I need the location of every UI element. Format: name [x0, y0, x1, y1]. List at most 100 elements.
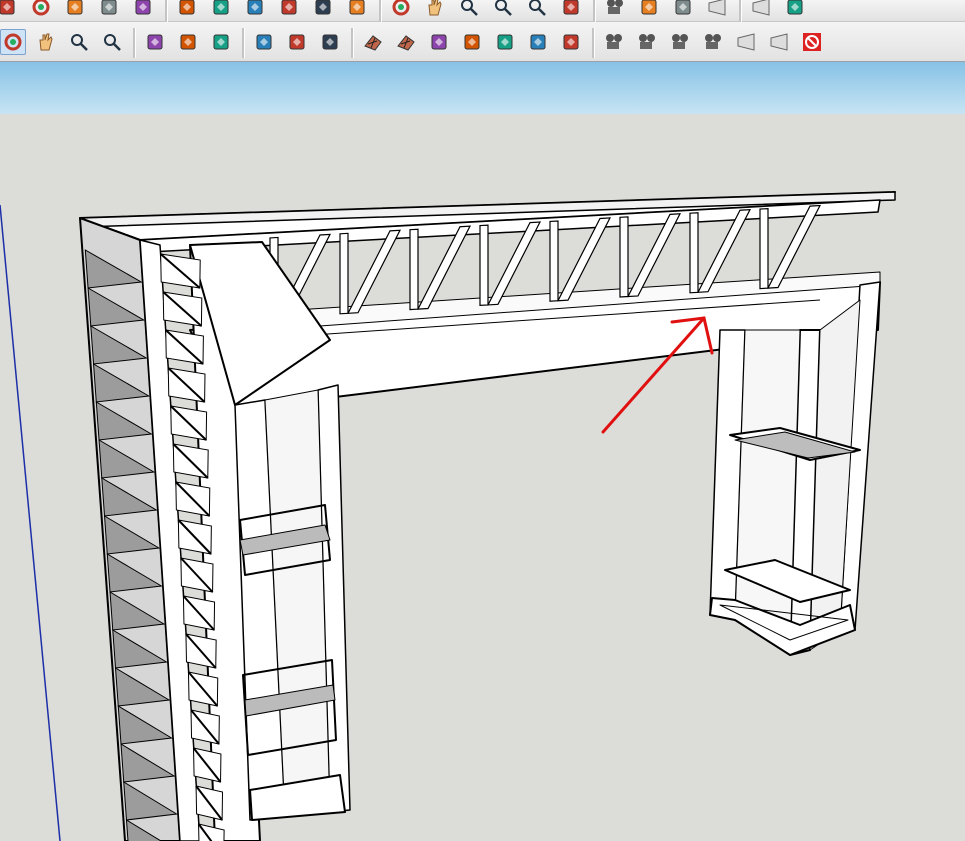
axes-button[interactable] [310, 0, 336, 20]
zoom-window-icon [495, 0, 512, 16]
look-around-button[interactable] [636, 0, 662, 20]
toolbar-separator [592, 28, 595, 58]
layers-button[interactable] [317, 29, 343, 55]
truss-vertical [339, 232, 349, 315]
stamp-icon [431, 34, 447, 50]
position-camera-icon [607, 0, 623, 14]
pan-hand-button[interactable] [33, 29, 59, 55]
text-label-button[interactable] [276, 0, 302, 20]
truss-diagonal [416, 225, 472, 310]
camera-add-icon [606, 34, 622, 49]
truss-vertical [409, 228, 419, 311]
frustum-icon [737, 33, 755, 51]
component-red-button[interactable] [142, 29, 168, 55]
zoom-extents-button[interactable] [99, 29, 125, 55]
tape-measure-icon [179, 0, 195, 15]
display-section-planes-button[interactable] [748, 0, 774, 20]
flip-edge-button[interactable] [525, 29, 551, 55]
toolbar-separator [351, 28, 354, 58]
drape-button[interactable] [459, 29, 485, 55]
text-label-icon [281, 0, 297, 15]
look-around-icon [641, 0, 657, 15]
zoom-button[interactable] [456, 0, 482, 20]
tape-measure-button[interactable] [174, 0, 200, 20]
walk-icon [675, 0, 691, 15]
select-arrow-icon [0, 0, 15, 15]
position-camera-button[interactable] [602, 0, 628, 20]
3d-text-button[interactable] [344, 0, 370, 20]
orbit-button[interactable] [0, 29, 26, 55]
toolbar-separator [739, 0, 742, 23]
paint-bucket-button[interactable] [96, 0, 122, 20]
close-red-button[interactable] [799, 29, 825, 55]
previous-view-button[interactable] [558, 0, 584, 20]
truss-vertical [479, 224, 489, 307]
camera-disabled-icon [639, 34, 655, 49]
toolbar-separator [379, 0, 382, 23]
pan-hand-icon [39, 33, 53, 51]
undo-arrow-button[interactable] [130, 0, 156, 20]
export-button[interactable] [208, 29, 234, 55]
stamp-button[interactable] [426, 29, 452, 55]
terrain-grid-button[interactable] [393, 29, 419, 55]
flip-edge-icon [530, 34, 546, 50]
camera-disabled-button[interactable] [634, 29, 660, 55]
previous-view-icon [563, 0, 579, 15]
scale-model-icon [563, 34, 579, 50]
section-plane-icon [708, 0, 726, 16]
frustum-button[interactable] [733, 29, 759, 55]
camera-match-button[interactable] [700, 29, 726, 55]
pan-hand-icon [428, 0, 442, 16]
display-section-planes-icon [752, 0, 770, 16]
display-section-cuts-icon [787, 0, 803, 15]
pan-hand-button[interactable] [422, 0, 448, 20]
dimension-button[interactable] [208, 0, 234, 20]
camera-add-button[interactable] [601, 29, 627, 55]
add-detail-icon [497, 34, 513, 50]
sky-background [0, 62, 965, 114]
clipping-plane-icon [770, 33, 788, 51]
orbit-tool-icon [392, 0, 410, 16]
dimension-icon [213, 0, 229, 15]
middle-left-leg [234, 384, 351, 821]
orbit-icon [32, 0, 50, 16]
display-section-cuts-button[interactable] [782, 0, 808, 20]
protractor-button[interactable] [242, 0, 268, 20]
follow-me-button[interactable] [62, 0, 88, 20]
sandbox-smoove-button[interactable] [251, 29, 277, 55]
camera-reel-icon [672, 34, 688, 49]
truss-diagonal [486, 221, 542, 306]
zoom-button[interactable] [66, 29, 92, 55]
truss-diagonal [346, 229, 402, 314]
terrain-from-contours-icon [364, 35, 382, 51]
orbit-button[interactable] [28, 0, 54, 20]
components-group-icon [180, 34, 196, 50]
model-viewport[interactable] [0, 114, 965, 841]
right-leg [709, 281, 881, 656]
truss-vertical [689, 212, 699, 294]
undo-arrow-icon [135, 0, 151, 15]
zoom-extents-button[interactable] [524, 0, 550, 20]
select-arrow-button[interactable] [0, 0, 20, 20]
zoom-extents-icon [529, 0, 546, 16]
camera-reel-button[interactable] [667, 29, 693, 55]
walk-button[interactable] [670, 0, 696, 20]
truss-vertical [619, 216, 629, 298]
zoom-icon [461, 0, 478, 16]
add-detail-button[interactable] [492, 29, 518, 55]
section-plane-button[interactable] [704, 0, 730, 20]
zoom-window-button[interactable] [490, 0, 516, 20]
protractor-icon [247, 0, 263, 15]
orbit-tool-button[interactable] [388, 0, 414, 20]
close-red-icon [803, 33, 821, 51]
component-red-icon [147, 34, 163, 50]
clipping-plane-button[interactable] [766, 29, 792, 55]
terrain-from-contours-button[interactable] [360, 29, 386, 55]
toolbar-separator [165, 0, 168, 23]
scale-model-button[interactable] [558, 29, 584, 55]
components-group-button[interactable] [175, 29, 201, 55]
layers-icon [322, 34, 338, 50]
orbit-icon [4, 33, 22, 51]
toolbar-separator [242, 28, 245, 58]
add-location-button[interactable] [284, 29, 310, 55]
